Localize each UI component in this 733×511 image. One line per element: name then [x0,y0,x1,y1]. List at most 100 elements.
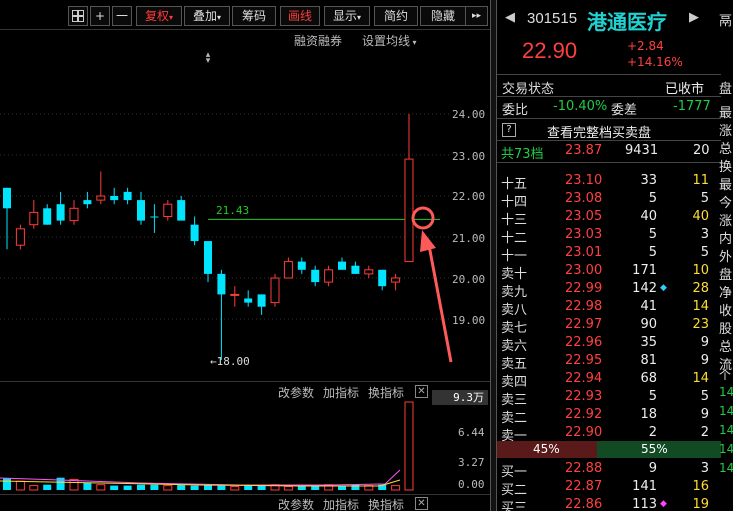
edge-label: 总 [719,340,733,355]
ask-row[interactable]: 十二 23.03 5 3 [497,226,721,246]
divider-line [497,118,721,119]
edge-label: 净 [719,286,733,301]
bid-count: 3 [700,461,709,476]
ask-count: 3 [700,227,709,242]
bid-count: 19 [692,497,709,511]
ratio-sell-label: 45% [533,442,560,456]
edge-label: 涨 [719,124,733,139]
edge-label-pan [719,50,723,65]
ask-row[interactable]: 卖九 22.99 142 ◆ 28 [497,280,721,300]
ask-count: 28 [692,281,709,296]
annotation-arrow-head [420,230,436,252]
change-value: +2.84 [627,39,664,53]
ask-count: 40 [692,209,709,224]
divider-line [497,162,721,163]
ask-row[interactable]: 卖二 22.92 18 9 [497,406,721,426]
ask-volume: 81 [640,353,657,368]
bid-price: 22.87 [565,479,603,494]
prev-stock-icon[interactable]: ◀ [505,10,515,25]
quote-panel: ◀ 301515 港通医疗 ▶ 鬲 22.90 +2.84 +14.16% 交易… [497,0,733,511]
edge-bottom-label: 个 [719,368,732,382]
bid-count: 16 [692,479,709,494]
edge-bottom-label: 14 [719,442,733,456]
ask-count: 11 [692,173,709,188]
ask-row[interactable]: 十四 23.08 5 5 [497,190,721,210]
ask-count: 5 [700,245,709,260]
status-label: 交易状态 [502,82,555,97]
last-price: 22.90 [522,38,578,63]
ask-price: 22.92 [565,407,603,422]
panel-divider[interactable] [490,0,497,511]
total-levels-label: 共73档 [501,147,544,162]
ask-volume: 2 [648,425,657,440]
edge-label: 外 [719,250,733,265]
ask-row[interactable]: 卖八 22.98 41 14 [497,298,721,318]
divider-line [497,74,721,75]
full-book-row[interactable]: ? 查看完整档买卖盘 [497,121,721,141]
ask-row[interactable]: 卖四 22.94 68 14 [497,370,721,390]
ask-count: 5 [700,389,709,404]
ask-volume: 40 [640,209,657,224]
ask-price: 22.90 [565,425,603,440]
ask-volume: 18 [640,407,657,422]
ask-count: 23 [692,317,709,332]
ask-row[interactable]: 卖五 22.95 81 9 [497,352,721,372]
ask-price: 23.01 [565,245,603,260]
ask-volume: 5 [648,389,657,404]
stock-code: 301515 [527,10,578,27]
weibi-row: 委比 -10.40% 委差 -1777 [497,98,721,118]
ask-count: 2 [700,425,709,440]
ask-price: 22.95 [565,353,603,368]
ask-count: 14 [692,299,709,314]
stock-name: 港通医疗 [587,10,667,34]
ask-count: 9 [700,407,709,422]
ask-price: 22.93 [565,389,603,404]
ask-row[interactable]: 十五 23.10 33 11 [497,172,721,192]
next-stock-icon[interactable]: ▶ [689,10,699,25]
ask-price: 22.97 [565,317,603,332]
bid-price: 22.86 [565,497,603,511]
diamond-icon: ◆ [660,283,667,293]
edge-bottom-label: 14 [719,385,733,399]
bid-row[interactable]: 买三 22.86 113 ◆ 19 [497,496,721,511]
ask-volume: 68 [640,371,657,386]
ask-price: 23.10 [565,173,603,188]
bid-row[interactable]: 买二 22.87 141 16 [497,478,721,498]
edge-tab[interactable]: 盘 [719,78,732,97]
ask-volume: 33 [640,173,657,188]
annotation-overlay [411,206,453,363]
edge-label: 今 [719,196,733,211]
help-icon[interactable]: ? [502,123,516,137]
ask-count: 5 [700,191,709,206]
ask-row[interactable]: 卖一 22.90 2 2 [497,424,721,444]
ask-count: 14 [692,371,709,386]
bid-volume: 9 [648,461,657,476]
weibi-label: 委比 [502,103,529,118]
ask-price: 23.00 [565,263,603,278]
edge-bottom-label: 14 [719,461,733,475]
ask-price: 22.98 [565,299,603,314]
ask-volume: 90 [640,317,657,332]
bid-price: 22.88 [565,461,603,476]
ratio-buy-label: 55% [641,442,668,456]
ask-volume: 171 [632,263,657,278]
ask-row[interactable]: 卖三 22.93 5 5 [497,388,721,408]
ask-price: 23.03 [565,227,603,242]
ask-price: 22.99 [565,281,603,296]
ask-row[interactable]: 十三 23.05 40 40 [497,208,721,228]
edge-label-top: 鬲 [719,14,733,29]
price-change: +2.84 +14.16% [627,38,683,70]
ask-row[interactable]: 卖六 22.96 35 9 [497,334,721,354]
ask-row[interactable]: 卖十 23.00 171 10 [497,262,721,282]
ask-row[interactable]: 十一 23.01 5 5 [497,244,721,264]
edge-label: 股 [719,322,733,337]
divider-line [497,140,721,141]
full-book-link[interactable]: 查看完整档买卖盘 [547,122,651,141]
kline-panel: + 一 复权▾ 叠加▾ 筹码 画线 显示▾ 简约 隐藏 ▸▸ 融资融券 设置均线… [0,0,490,511]
ask-price: 22.94 [565,371,603,386]
bid-row[interactable]: 买一 22.88 9 3 [497,460,721,480]
ask-row[interactable]: 卖七 22.97 90 23 [497,316,721,336]
ask-count: 9 [700,335,709,350]
weibi-value: -10.40% [553,99,608,114]
ask-volume: 142 [632,281,657,296]
